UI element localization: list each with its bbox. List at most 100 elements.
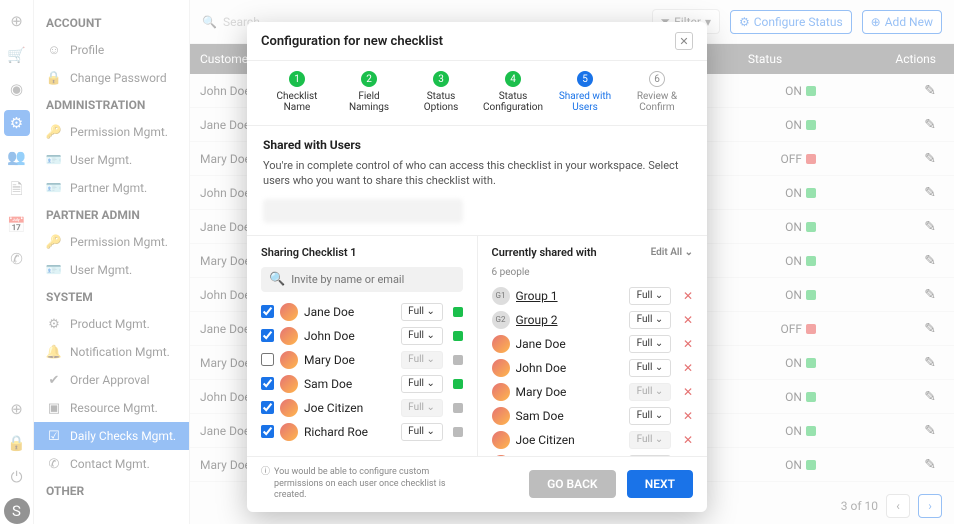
step-label: StatusOptions bbox=[424, 91, 459, 113]
user-name: Richard Roe bbox=[304, 425, 395, 439]
user-checkbox[interactable] bbox=[261, 305, 274, 318]
edit-all-button[interactable]: Edit All ⌄ bbox=[651, 247, 693, 258]
user-checkbox[interactable] bbox=[261, 401, 274, 414]
avatar bbox=[280, 351, 298, 369]
user-row: Jane Doe Full ⌄ ✕ bbox=[492, 332, 694, 356]
remove-button[interactable]: ✕ bbox=[683, 337, 693, 351]
user-row: Joe Citizen Full ⌄ ✕ bbox=[492, 428, 694, 452]
left-title: Sharing Checklist 1 bbox=[261, 246, 463, 259]
permission-select[interactable]: Full ⌄ bbox=[629, 287, 671, 305]
remove-button[interactable]: ✕ bbox=[683, 361, 693, 375]
step-6[interactable]: 6Review &Confirm bbox=[625, 71, 689, 113]
remove-button[interactable]: ✕ bbox=[683, 409, 693, 423]
step-3[interactable]: 3 StatusOptions bbox=[409, 71, 473, 113]
search-icon: 🔍 bbox=[269, 272, 285, 287]
group-row: G2Group 2Full ⌄✕ bbox=[492, 308, 694, 332]
avatar bbox=[492, 383, 510, 401]
avatar bbox=[280, 327, 298, 345]
user-row: Mary Doe Full ⌄ ✕ bbox=[492, 380, 694, 404]
status-square bbox=[453, 427, 463, 437]
group-row: G1 Group 1 Full ⌄ ✕ bbox=[492, 284, 694, 308]
permission-select[interactable]: Full ⌄ bbox=[629, 359, 671, 377]
user-name: Mary Doe bbox=[516, 385, 623, 399]
permission-select: Full ⌄ bbox=[629, 431, 671, 449]
remove-button[interactable]: ✕ bbox=[683, 289, 693, 303]
step-number: 6 bbox=[649, 71, 665, 87]
step-label: FieldNamings bbox=[349, 91, 389, 113]
user-name: John Doe bbox=[304, 329, 395, 343]
status-square bbox=[453, 379, 463, 389]
close-button[interactable]: ✕ bbox=[675, 32, 693, 50]
user-name: Sam Doe bbox=[516, 409, 623, 423]
status-square bbox=[453, 355, 463, 365]
permission-select: Full ⌄ bbox=[401, 399, 443, 417]
avatar bbox=[280, 375, 298, 393]
step-5[interactable]: 5 Shared withUsers bbox=[553, 71, 617, 113]
step-2[interactable]: 2FieldNamings bbox=[337, 71, 401, 113]
hint-text: ⓘYou would be able to configure custom p… bbox=[261, 467, 461, 502]
permission-select[interactable]: Full ⌄ bbox=[629, 311, 671, 329]
step-label: StatusConfiguration bbox=[483, 91, 543, 113]
user-row: Mary Doe Full ⌄ bbox=[261, 348, 463, 372]
stepper: 1 ChecklistName 2FieldNamings 3 StatusOption… bbox=[247, 61, 707, 126]
status-square bbox=[453, 307, 463, 317]
permission-select[interactable]: Full ⌄ bbox=[401, 423, 443, 441]
step-label: ChecklistName bbox=[277, 91, 318, 113]
step-number: 5 bbox=[577, 71, 593, 87]
avatar bbox=[280, 399, 298, 417]
modal-footer: ⓘYou would be able to configure custom p… bbox=[247, 456, 707, 512]
group-avatar: G1 bbox=[492, 287, 510, 305]
invite-search[interactable]: 🔍 bbox=[261, 267, 463, 292]
avatar bbox=[492, 431, 510, 449]
permission-select[interactable]: Full ⌄ bbox=[629, 407, 671, 425]
user-checkbox[interactable] bbox=[261, 377, 274, 390]
blurred-content bbox=[263, 199, 463, 223]
status-square bbox=[453, 403, 463, 413]
step-number: 3 bbox=[433, 71, 449, 87]
user-checkbox[interactable] bbox=[261, 353, 274, 366]
share-panel: Sharing Checklist 1 🔍 Jane DoeFull ⌄John… bbox=[247, 236, 707, 456]
user-name: Mary Doe bbox=[304, 353, 395, 367]
user-name: Jane Doe bbox=[516, 337, 623, 351]
avatar bbox=[492, 335, 510, 353]
user-name: Joe Citizen bbox=[304, 401, 395, 415]
permission-select[interactable]: Full ⌄ bbox=[401, 375, 443, 393]
avatar bbox=[280, 303, 298, 321]
invite-input[interactable] bbox=[291, 273, 454, 286]
people-count: 6 people bbox=[492, 267, 694, 278]
user-checkbox[interactable] bbox=[261, 329, 274, 342]
user-row: Jane DoeFull ⌄ bbox=[261, 300, 463, 324]
step-1[interactable]: 1 ChecklistName bbox=[265, 71, 329, 113]
user-row: Richard Roe Full ⌄ bbox=[261, 420, 463, 444]
permission-select[interactable]: Full ⌄ bbox=[629, 335, 671, 353]
user-row: Sam Doe Full ⌄ bbox=[261, 372, 463, 396]
remove-button[interactable]: ✕ bbox=[683, 313, 693, 327]
step-label: Shared withUsers bbox=[559, 91, 611, 113]
next-button[interactable]: NEXT bbox=[627, 470, 693, 498]
group-name[interactable]: Group 2 bbox=[516, 313, 623, 327]
user-row: John DoeFull ⌄✕ bbox=[492, 356, 694, 380]
permission-select[interactable]: Full ⌄ bbox=[401, 303, 443, 321]
section-text: You're in complete control of who can ac… bbox=[263, 158, 691, 189]
user-checkbox[interactable] bbox=[261, 425, 274, 438]
permission-select: Full ⌄ bbox=[401, 351, 443, 369]
remove-button[interactable]: ✕ bbox=[683, 433, 693, 447]
step-number: 1 bbox=[289, 71, 305, 87]
avatar bbox=[280, 423, 298, 441]
group-name[interactable]: Group 1 bbox=[516, 289, 623, 303]
permission-select[interactable]: Full ⌄ bbox=[401, 327, 443, 345]
user-name: Joe Citizen bbox=[516, 433, 623, 447]
avatar bbox=[492, 407, 510, 425]
section-shared-with-users: Shared with Users You're in complete con… bbox=[247, 126, 707, 236]
user-name: Sam Doe bbox=[304, 377, 395, 391]
modal: Configuration for new checklist ✕ 1 Check… bbox=[247, 22, 707, 512]
permission-select: Full ⌄ bbox=[629, 383, 671, 401]
share-left: Sharing Checklist 1 🔍 Jane DoeFull ⌄ John… bbox=[247, 236, 478, 456]
section-title: Shared with Users bbox=[263, 138, 691, 152]
status-square bbox=[453, 331, 463, 341]
user-row: Sam Doe Full ⌄ ✕ bbox=[492, 404, 694, 428]
remove-button[interactable]: ✕ bbox=[683, 385, 693, 399]
go-back-button[interactable]: GO BACK bbox=[529, 470, 615, 498]
step-4[interactable]: 4StatusConfiguration bbox=[481, 71, 545, 113]
modal-title: Configuration for new checklist bbox=[261, 34, 443, 49]
